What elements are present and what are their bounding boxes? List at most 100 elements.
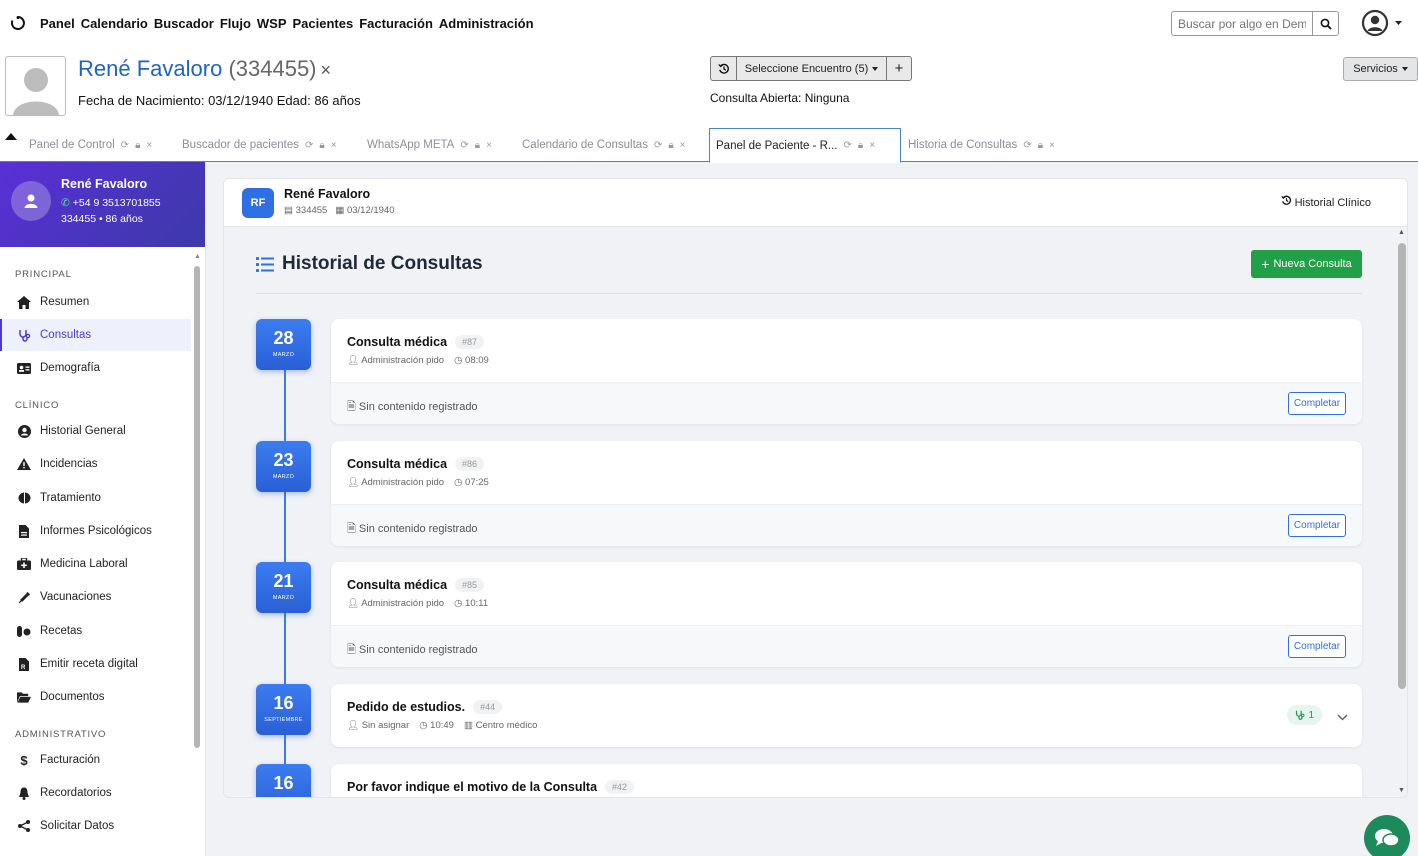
chevron-down-icon[interactable]	[1337, 708, 1348, 726]
sidebar-item-vacunaciones[interactable]: Vacunaciones	[0, 581, 191, 613]
close-icon[interactable]: ×	[680, 140, 686, 151]
lock-icon[interactable]: 🔒︎	[475, 140, 480, 151]
sidebar-phone[interactable]: ✆ +54 9 3513701855	[61, 197, 161, 209]
sidebar-item-documentos[interactable]: Documentos	[0, 681, 191, 713]
scrollbar-thumb[interactable]	[1398, 243, 1406, 689]
sidebar-item-informes-psicologicos[interactable]: Informes Psicológicos	[0, 515, 191, 547]
services-button[interactable]: Servicios	[1343, 57, 1418, 81]
folder-open-icon	[17, 690, 31, 704]
patient-name-text[interactable]: René Favaloro	[78, 56, 222, 81]
scroll-up-icon[interactable]: ▲	[1398, 229, 1405, 236]
consultation-title: Consulta médica #85	[347, 578, 485, 592]
sidebar-item-label: Medicina Laboral	[40, 558, 128, 570]
menu-calendario[interactable]: Calendario	[81, 16, 148, 31]
caret-down-icon	[872, 66, 879, 71]
sidebar-item-solicitar-datos[interactable]: Solicitar Datos	[0, 810, 191, 842]
menu-flujo[interactable]: Flujo	[220, 16, 251, 31]
tab-calendario-de-consultas[interactable]: Calendario de Consultas ⟳ 🔒︎ ×	[522, 128, 686, 162]
panel-scrollbar[interactable]: ▲ ▼	[1397, 227, 1407, 797]
close-icon[interactable]: ×	[486, 140, 492, 151]
menu-panel[interactable]: Panel	[40, 16, 75, 31]
close-patient-icon[interactable]: ×	[321, 60, 332, 80]
lock-icon[interactable]: 🔒︎	[135, 140, 140, 151]
consultation-card[interactable]: Por favor indique el motivo de la Consul…	[331, 764, 1362, 797]
sidebar-scrollbar[interactable]	[194, 266, 200, 748]
scroll-down-icon[interactable]: ▼	[1398, 787, 1405, 794]
refresh-icon[interactable]: ⟳	[654, 140, 662, 151]
user-menu[interactable]	[1361, 9, 1402, 37]
encounter-selector: Seleccione Encuentro (5) +	[710, 56, 912, 81]
consultation-card[interactable]: Consulta médica #87 👤︎ Administración pi…	[331, 319, 1362, 424]
tab-historia-de-consultas[interactable]: Historia de Consultas ⟳ 🔒︎ ×	[908, 128, 1055, 162]
panel-header: RF René Favaloro ▤ 334455 ▦ 03/12/1940 H…	[224, 179, 1407, 227]
sidebar-item-historial-general[interactable]: Historial General	[0, 415, 191, 447]
refresh-icon[interactable]: ⟳	[305, 140, 313, 151]
stethoscope-icon	[1296, 710, 1305, 720]
date-badge: 23 MARZO	[256, 441, 311, 492]
lock-icon[interactable]: 🔒︎	[319, 140, 324, 151]
file-icon	[17, 524, 31, 538]
new-consultation-button[interactable]: + Nueva Consulta	[1251, 250, 1362, 278]
menu-pacientes[interactable]: Pacientes	[293, 16, 354, 31]
menu-buscador[interactable]: Buscador	[154, 16, 214, 31]
sidebar-item-resumen[interactable]: Resumen	[0, 286, 191, 318]
search-input[interactable]	[1172, 12, 1312, 35]
sidebar-item-consultas[interactable]: Consultas	[0, 319, 191, 351]
refresh-icon[interactable]: ⟳	[460, 140, 468, 151]
sidebar-item-recordatorios[interactable]: Recordatorios	[0, 777, 191, 809]
historial-clinico-link[interactable]: Historial Clínico	[1280, 195, 1371, 209]
consultation-author: Administración pido	[361, 598, 445, 609]
chat-button[interactable]	[1364, 815, 1410, 856]
sidebar-item-facturacion[interactable]: $ Facturación	[0, 744, 191, 776]
refresh-icon[interactable]: ⟳	[1023, 140, 1031, 151]
lock-icon[interactable]: 🔒︎	[668, 140, 673, 151]
consultation-card[interactable]: Consulta médica #86 👤︎ Administración pi…	[331, 441, 1362, 546]
menu-facturacion[interactable]: Facturación	[359, 16, 433, 31]
consultation-card[interactable]: Pedido de estudios. #44 👤︎ Sin asignar ◷…	[331, 684, 1362, 747]
date-day: 23	[273, 450, 294, 470]
close-icon[interactable]: ×	[146, 140, 152, 151]
close-icon[interactable]: ×	[869, 140, 875, 151]
tab-panel-de-paciente[interactable]: Panel de Paciente - R... ⟳ 🔒︎ ×	[709, 128, 901, 163]
sidebar-item-recetas[interactable]: Recetas	[0, 615, 191, 647]
consultation-card[interactable]: Consulta médica #85 👤︎ Administración pi…	[331, 562, 1362, 667]
close-icon[interactable]: ×	[331, 140, 337, 151]
sidebar-item-tratamiento[interactable]: Tratamiento	[0, 482, 191, 514]
collapse-header-icon[interactable]	[5, 133, 17, 140]
sidebar-item-medicina-laboral[interactable]: Medicina Laboral	[0, 548, 191, 580]
lock-icon[interactable]: 🔒︎	[858, 140, 863, 151]
consultation-author: Administración pido	[361, 477, 445, 488]
clock-icon: ◷	[454, 598, 463, 609]
complete-button[interactable]: Completar	[1288, 635, 1346, 658]
add-encounter-button[interactable]: +	[887, 57, 911, 80]
lock-icon[interactable]: 🔒︎	[1038, 140, 1043, 151]
date-month: SEPTIEMBRE	[264, 717, 303, 723]
menu-wsp[interactable]: WSP	[257, 16, 287, 31]
consultation-title: Consulta médica #86	[347, 457, 485, 471]
sidebar-item-incidencias[interactable]: Incidencias	[0, 448, 191, 480]
tab-panel-de-control[interactable]: Panel de Control ⟳ 🔒︎ ×	[29, 128, 152, 162]
tab-buscador-de-pacientes[interactable]: Buscador de pacientes ⟳ 🔒︎ ×	[182, 128, 337, 162]
sidebar-item-emitir-receta-digital[interactable]: R Emitir receta digital	[0, 648, 191, 680]
refresh-icon[interactable]: ⟳	[843, 140, 851, 151]
refresh-icon[interactable]: ⟳	[121, 140, 129, 151]
menu-administracion[interactable]: Administración	[439, 16, 534, 31]
file-icon: 🗎︎	[347, 523, 356, 535]
search-button[interactable]	[1312, 12, 1338, 35]
scroll-up-icon[interactable]: ▲	[194, 253, 201, 260]
history-button[interactable]	[711, 57, 737, 80]
tab-whatsapp-meta[interactable]: WhatsApp META ⟳ 🔒︎ ×	[367, 128, 492, 162]
spinner-logo-icon[interactable]	[11, 16, 25, 30]
caret-down-icon	[1401, 67, 1408, 71]
history-icon	[717, 63, 729, 74]
complete-button[interactable]: Completar	[1288, 392, 1346, 415]
close-icon[interactable]: ×	[1049, 140, 1055, 151]
complete-button[interactable]: Completar	[1288, 514, 1346, 537]
date-month: MARZO	[272, 352, 295, 358]
date-badge: 28 MARZO	[256, 319, 311, 370]
sidebar-item-label: Documentos	[40, 691, 105, 703]
sidebar-item-demografia[interactable]: Demografía	[0, 352, 191, 384]
tab-label: Calendario de Consultas	[522, 139, 648, 151]
encounter-dropdown[interactable]: Seleccione Encuentro (5)	[737, 57, 887, 80]
empty-content-text: Sin contenido registrado	[358, 401, 478, 413]
